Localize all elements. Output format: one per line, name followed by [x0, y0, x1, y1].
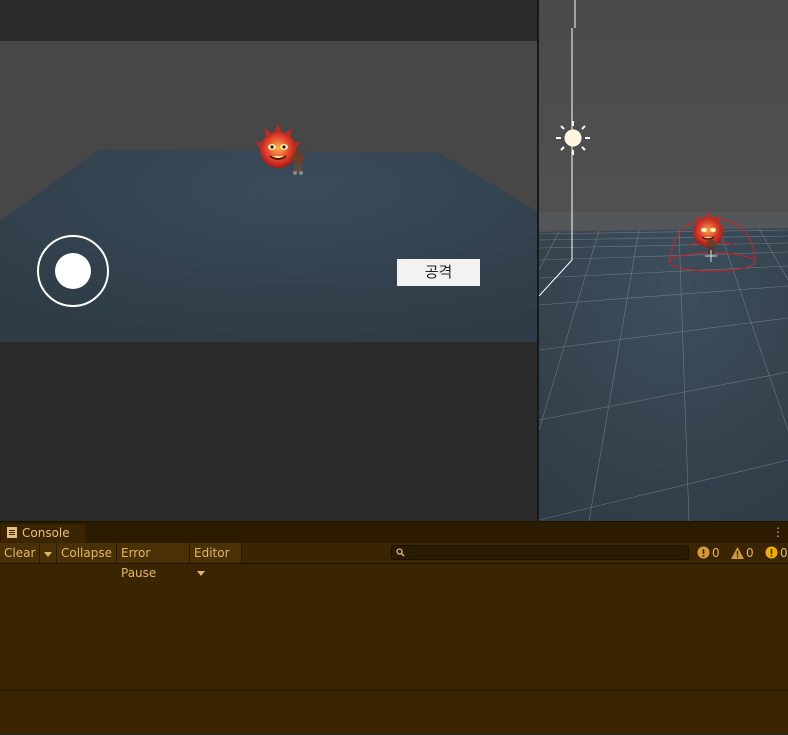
chevron-down-icon [44, 552, 52, 557]
clear-button[interactable]: Clear [0, 543, 40, 563]
warning-icon [731, 547, 744, 559]
collapse-toggle[interactable]: Collapse [57, 543, 117, 563]
error-pause-toggle[interactable]: Error Pause [117, 543, 190, 580]
info-icon [765, 546, 778, 559]
console-icon [7, 527, 17, 538]
console-tab-strip: Console ⋮ [0, 522, 788, 544]
console-log-list[interactable] [0, 564, 788, 690]
console-panel: Console ⋮ Clear Collapse Error Pause Edi… [0, 521, 788, 734]
console-search-field[interactable] [391, 545, 689, 560]
game-view[interactable]: 공격 [0, 0, 537, 521]
error-icon [697, 546, 710, 559]
message-count-toggle[interactable]: 0 [765, 543, 788, 563]
error-count: 0 [712, 546, 720, 560]
clear-button-label: Clear [4, 546, 36, 560]
search-icon [396, 548, 405, 557]
more-options-icon[interactable]: ⋮ [772, 525, 784, 539]
scene-canvas [539, 0, 788, 521]
warning-count-toggle[interactable]: 0 [731, 543, 754, 563]
message-count: 0 [780, 546, 788, 560]
warning-count: 0 [746, 546, 754, 560]
error-count-toggle[interactable]: 0 [697, 543, 720, 563]
virtual-joystick-knob[interactable] [55, 253, 91, 289]
attack-button[interactable]: 공격 [397, 259, 480, 286]
collapse-toggle-label: Collapse [61, 546, 112, 560]
console-detail-pane[interactable] [0, 690, 788, 735]
console-toolbar: Clear Collapse Error Pause Editor 0 0 0 [0, 543, 788, 580]
scene-view[interactable] [539, 0, 788, 521]
editor-dropdown-label: Editor [194, 546, 230, 560]
console-tab-label: Console [22, 526, 70, 540]
clear-options-dropdown[interactable] [40, 543, 57, 563]
editor-dropdown[interactable]: Editor [190, 543, 242, 576]
console-tab[interactable]: Console [1, 524, 85, 543]
